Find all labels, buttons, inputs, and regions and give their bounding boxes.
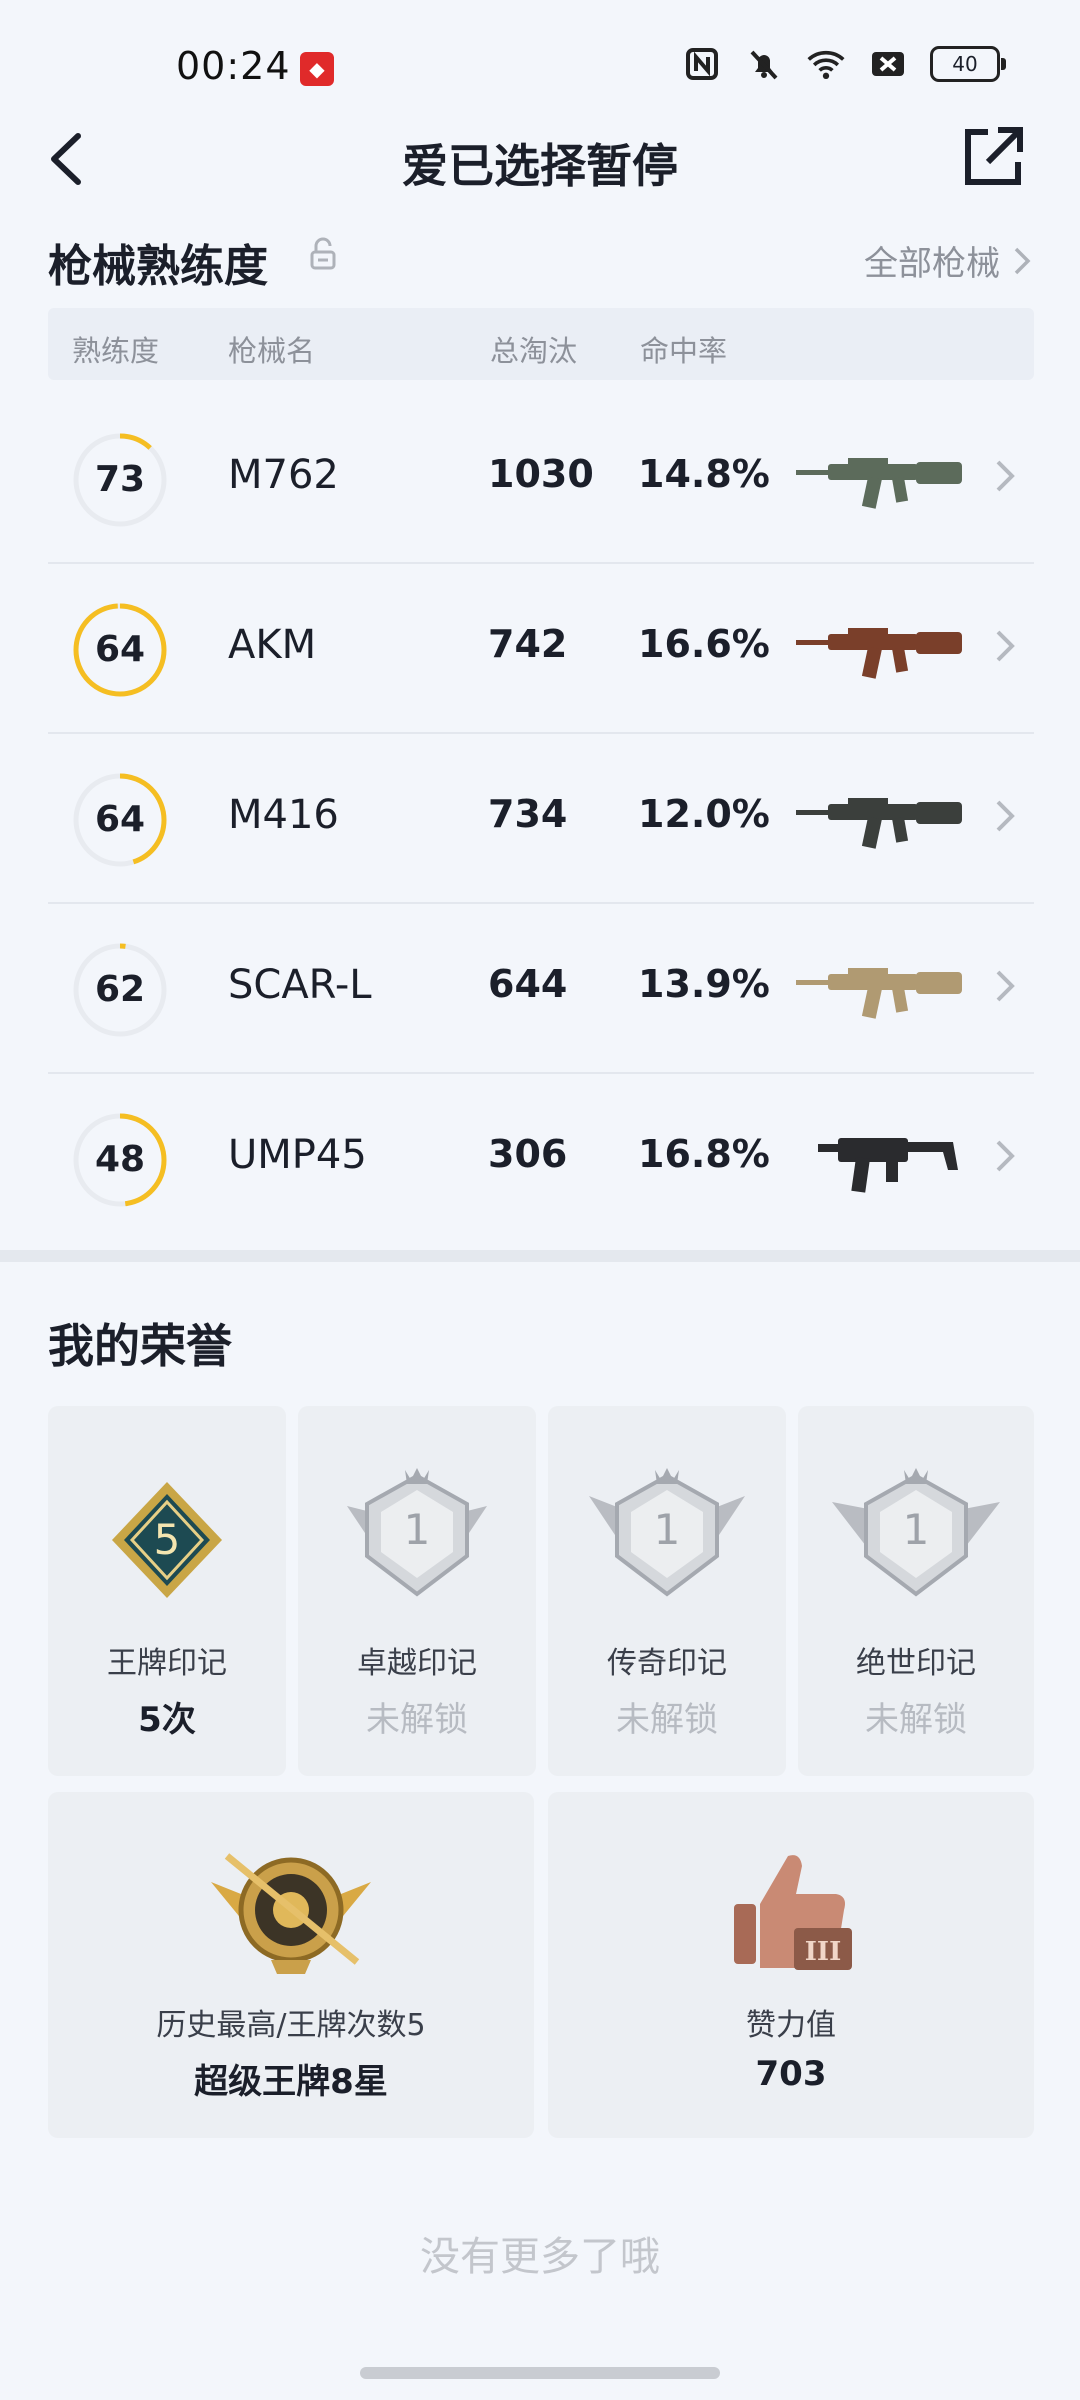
weapon-row[interactable]: 64 AKM 742 16.6%	[48, 562, 1034, 734]
mark-label: 卓越印记	[357, 1646, 477, 1681]
weapon-name: M416	[228, 792, 339, 838]
chevron-right-icon	[996, 1140, 1015, 1172]
honor-card-likes[interactable]: III 赞力值 703	[548, 1792, 1034, 2138]
mark-value: 未解锁	[616, 1700, 718, 1740]
peerless-badge-number: 1	[903, 1505, 930, 1554]
thumbs-up-icon: III	[734, 1855, 852, 1970]
rifle-icon	[796, 798, 962, 849]
mark-label: 传奇印记	[607, 1646, 727, 1681]
chevron-right-icon	[1014, 247, 1031, 274]
likes-value: 703	[755, 2054, 827, 2094]
weapon-section-title: 枪械熟练度	[48, 241, 268, 292]
wifi-icon	[806, 44, 846, 84]
mark-value: 未解锁	[366, 1700, 468, 1740]
smg-icon	[818, 1138, 958, 1193]
proficiency-value: 48	[94, 1139, 146, 1180]
honor-card-peerless[interactable]: 1 绝世印记 未解锁	[798, 1406, 1034, 1776]
legend-badge-number: 1	[654, 1505, 681, 1554]
share-icon[interactable]	[958, 122, 1028, 192]
weapon-row[interactable]: 62 SCAR-L 644 13.9%	[48, 902, 1034, 1074]
ace-mark-badge-icon: 5	[112, 1482, 222, 1598]
chevron-right-icon	[996, 970, 1015, 1002]
status-time: 00:24	[176, 44, 291, 88]
mark-value: 未解锁	[865, 1700, 967, 1740]
rifle-icon	[796, 458, 962, 509]
weapon-kills: 734	[488, 792, 568, 836]
honor-card-excellent[interactable]: 1 卓越印记 未解锁	[298, 1406, 536, 1776]
col-name: 枪械名	[228, 334, 316, 368]
weapon-hit-rate: 14.8%	[638, 452, 770, 496]
mark-value: 5次	[138, 1700, 196, 1740]
likes-label: 赞力值	[746, 2008, 836, 2043]
legend-mark-badge-icon: 1	[589, 1468, 745, 1597]
peerless-mark-badge-icon: 1	[832, 1468, 1000, 1597]
section-divider	[0, 1250, 1080, 1262]
page-title: 爱已选择暂停	[402, 139, 678, 193]
proficiency-value: 73	[94, 459, 146, 500]
app-notification-icon: ◆	[300, 52, 334, 86]
excellent-badge-number: 1	[404, 1505, 431, 1554]
weapon-hit-rate: 12.0%	[638, 792, 770, 836]
honor-card-best-rank[interactable]: 历史最高/王牌次数5 超级王牌8星	[48, 1792, 534, 2138]
rank-crest-icon	[211, 1853, 371, 1974]
mark-label: 王牌印记	[107, 1646, 227, 1681]
battery-icon: 40	[930, 46, 1006, 82]
weapon-section-header: 枪械熟练度 全部枪械	[48, 222, 1032, 292]
rifle-icon	[796, 968, 962, 1019]
status-icons: 40	[682, 44, 1006, 84]
all-weapons-link[interactable]: 全部枪械	[864, 236, 1032, 285]
chevron-right-icon	[996, 460, 1015, 492]
weapon-hit-rate: 16.8%	[638, 1132, 770, 1176]
proficiency-value: 64	[94, 629, 146, 670]
honor-card-legend[interactable]: 1 传奇印记 未解锁	[548, 1406, 786, 1776]
lock-icon[interactable]	[308, 236, 348, 276]
weapon-kills: 306	[488, 1132, 568, 1176]
col-kills: 总淘汰	[490, 334, 578, 368]
home-indicator[interactable]	[360, 2367, 720, 2379]
honor-card-ace[interactable]: 5 王牌印记 5次	[48, 1406, 286, 1776]
weapon-row[interactable]: 73 M762 1030 14.8%	[48, 392, 1034, 564]
rifle-icon	[796, 628, 962, 679]
top-nav: 爱已选择暂停	[0, 110, 1080, 210]
chevron-right-icon	[996, 630, 1015, 662]
weapon-name: UMP45	[228, 1132, 367, 1178]
col-proficiency: 熟练度	[72, 334, 160, 368]
weapon-hit-rate: 13.9%	[638, 962, 770, 1006]
weapon-row[interactable]: 64 M416 734 12.0%	[48, 732, 1034, 904]
col-hit-rate: 命中率	[640, 334, 728, 368]
ace-badge-number: 5	[154, 1515, 181, 1564]
weapon-name: AKM	[228, 622, 317, 668]
proficiency-value: 62	[94, 969, 146, 1010]
nfc-icon	[682, 44, 722, 84]
honor-section-title: 我的荣誉	[48, 1319, 232, 1373]
sim-off-icon	[868, 44, 908, 84]
no-more-text: 没有更多了哦	[420, 2234, 660, 2280]
weapon-name: M762	[228, 452, 339, 498]
proficiency-value: 64	[94, 799, 146, 840]
best-rank-label: 历史最高/王牌次数5	[156, 2008, 426, 2043]
weapon-row[interactable]: 48 UMP45 306 16.8%	[48, 1072, 1034, 1242]
weapon-kills: 742	[488, 622, 568, 666]
best-rank-value: 超级王牌8星	[194, 2062, 388, 2102]
weapon-kills: 1030	[488, 452, 594, 496]
mark-label: 绝世印记	[856, 1646, 976, 1681]
weapon-table-header: 熟练度 枪械名 总淘汰 命中率	[48, 308, 1034, 380]
likes-badge-text: III	[805, 1937, 842, 1967]
chevron-right-icon	[996, 800, 1015, 832]
weapon-kills: 644	[488, 962, 568, 1006]
excellent-mark-badge-icon: 1	[347, 1468, 487, 1597]
weapon-hit-rate: 16.6%	[638, 622, 770, 666]
all-weapons-label: 全部枪械	[864, 244, 1000, 284]
mute-icon	[744, 44, 784, 84]
weapon-name: SCAR-L	[228, 962, 372, 1008]
